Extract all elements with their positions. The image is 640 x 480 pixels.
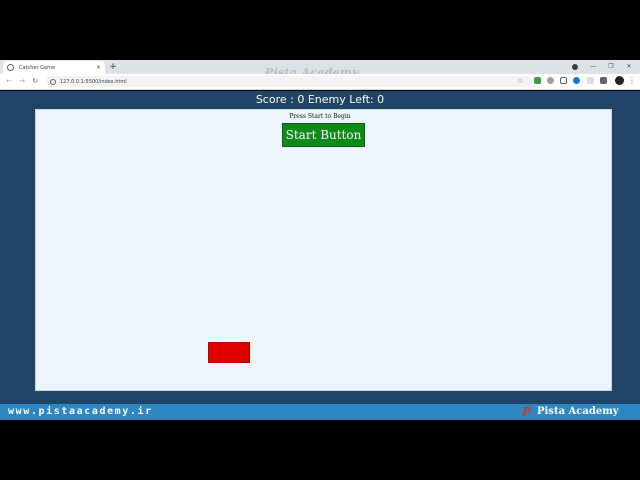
globe-icon — [7, 64, 14, 71]
extension-icon-3[interactable] — [560, 77, 567, 84]
menu-icon[interactable]: ⋮ — [628, 75, 636, 86]
close-tab-icon[interactable]: × — [96, 64, 101, 71]
letterbox-bottom — [0, 420, 640, 480]
hud: Score : 0 Enemy Left: 0 — [0, 93, 640, 106]
banner-url: www.pistaacademy.ir — [8, 406, 153, 417]
restore-button[interactable]: ❐ — [602, 60, 620, 73]
letterbox-top — [0, 0, 640, 60]
url-text: 127.0.0.1:5500/index.html — [60, 78, 127, 85]
address-bar[interactable]: 127.0.0.1:5500/index.html — [46, 76, 532, 87]
extension-icon-4[interactable] — [573, 77, 580, 84]
extension-icon-2[interactable] — [547, 77, 554, 84]
game-board — [35, 109, 612, 391]
banner-brand: Pista Academy — [537, 406, 619, 417]
start-button[interactable]: Start Button — [282, 123, 365, 147]
reload-icon[interactable]: ↻ — [30, 75, 40, 88]
info-icon[interactable] — [50, 78, 56, 85]
tab-title: Catcher Game — [19, 64, 56, 71]
score-label: Score : 0 — [255, 93, 305, 106]
extension-icon-1[interactable] — [534, 77, 541, 84]
profile-circle-icon[interactable] — [566, 60, 584, 73]
extension-icon-5[interactable] — [587, 77, 594, 84]
close-window-button[interactable]: ✕ — [620, 60, 638, 73]
new-tab-button[interactable]: + — [108, 61, 118, 73]
avatar[interactable] — [615, 76, 624, 85]
catcher-paddle[interactable] — [208, 342, 250, 363]
start-hint: Press Start to Begin — [289, 113, 351, 120]
enemy-left-label: Enemy Left: 0 — [307, 93, 385, 106]
forward-icon[interactable]: → — [17, 75, 27, 88]
star-icon[interactable]: ☆ — [517, 76, 523, 87]
tab-catcher-game[interactable]: Catcher Game × — [3, 61, 105, 74]
pista-logo-icon: P — [522, 405, 532, 419]
minimize-button[interactable]: — — [584, 60, 602, 73]
puzzle-icon[interactable] — [600, 77, 607, 84]
back-icon[interactable]: ← — [4, 75, 14, 88]
